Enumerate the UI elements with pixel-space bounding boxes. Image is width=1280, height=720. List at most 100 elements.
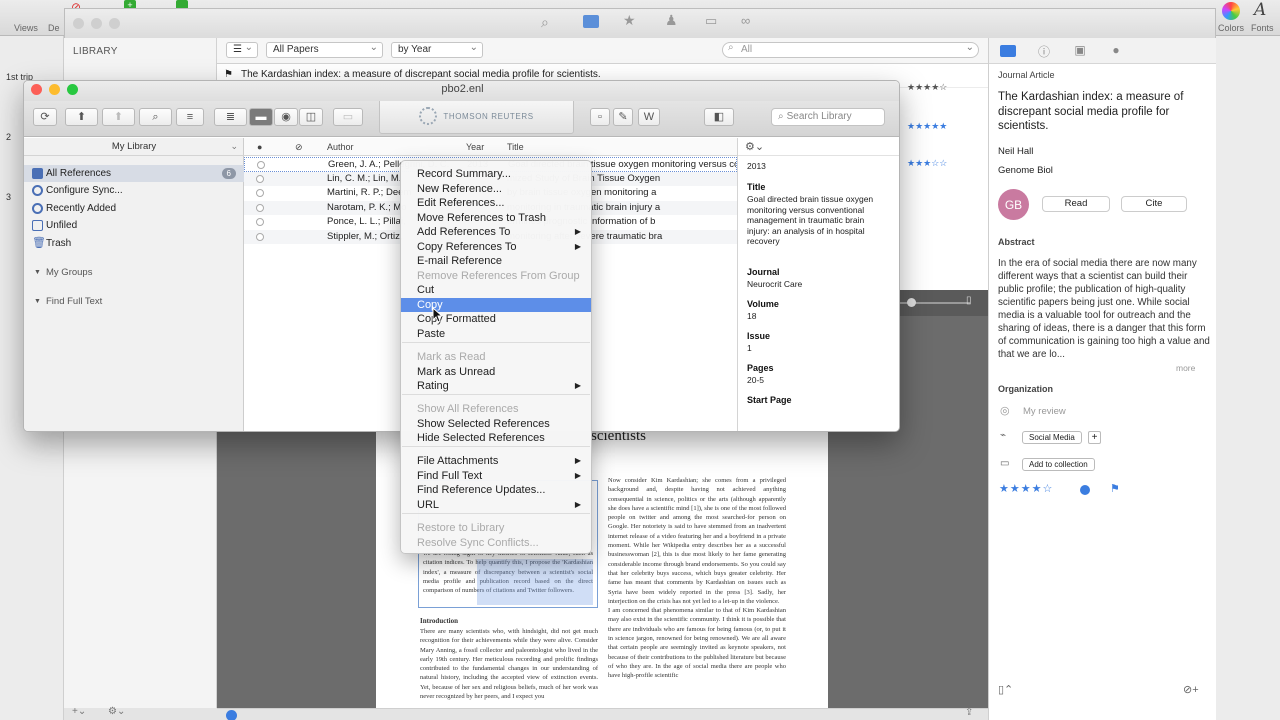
- book-icon[interactable]: ▭: [705, 13, 717, 29]
- menu-item-mark-as-read[interactable]: Mark as Read: [401, 350, 591, 365]
- insert-citation-icon[interactable]: ≡: [176, 108, 204, 126]
- share-icon[interactable]: ⇪: [965, 707, 973, 718]
- rating-stars[interactable]: ★★★★★: [907, 121, 947, 132]
- add-menu-icon[interactable]: +⌄: [72, 706, 86, 717]
- my-groups-header[interactable]: ▼ My Groups: [24, 264, 244, 281]
- more-link[interactable]: more: [1176, 363, 1195, 373]
- menu-item-new-reference[interactable]: New Reference...: [401, 182, 591, 197]
- menu-item-copy-formatted[interactable]: Copy Formatted: [401, 312, 591, 327]
- toolbar-label-views[interactable]: Views: [14, 23, 38, 33]
- menu-item-show-selected-references[interactable]: Show Selected References: [401, 417, 591, 432]
- toolbar-label-colors[interactable]: Colors: [1218, 23, 1244, 33]
- menu-item-restore-to-library[interactable]: Restore to Library: [401, 521, 591, 536]
- column-title[interactable]: Title: [507, 142, 524, 152]
- read-status-icon[interactable]: [256, 174, 264, 183]
- info-icon[interactable]: [226, 710, 237, 720]
- menu-item-paste[interactable]: Paste: [401, 327, 591, 342]
- menu-item-add-references-to[interactable]: Add References To ▶: [401, 225, 591, 240]
- column-author[interactable]: Author: [327, 142, 354, 152]
- menu-item-copy[interactable]: Copy: [401, 297, 591, 312]
- add-tag-button[interactable]: +: [1088, 431, 1101, 444]
- reference-title[interactable]: The Kardashian index: a measure of discr…: [998, 90, 1208, 134]
- library-icon[interactable]: [583, 15, 599, 28]
- fonts-icon[interactable]: A: [1254, 0, 1266, 20]
- integrated-library-icon[interactable]: ◫: [299, 108, 323, 126]
- read-status-icon[interactable]: [257, 161, 265, 169]
- read-button[interactable]: Read: [1042, 196, 1110, 212]
- menu-item-find-full-text[interactable]: Find Full Text ▶: [401, 469, 591, 484]
- online-library-icon[interactable]: ◉: [274, 108, 298, 126]
- flag-icon[interactable]: ⚑: [1110, 482, 1120, 495]
- sidebar-item-recently-added[interactable]: Recently Added: [24, 200, 244, 217]
- reference-author[interactable]: Neil Hall: [998, 146, 1033, 157]
- read-status-icon[interactable]: [256, 232, 264, 241]
- rating-stars[interactable]: ★★★★☆: [907, 82, 947, 93]
- rating-stars[interactable]: ★★★★☆: [999, 482, 1053, 495]
- tab-details-icon[interactable]: [1000, 45, 1016, 57]
- word-icon[interactable]: W: [638, 108, 660, 126]
- papers-search-input[interactable]: All: [722, 42, 979, 58]
- tab-info-icon[interactable]: ⓘ: [1036, 43, 1052, 59]
- layout-icon[interactable]: ▭: [333, 108, 363, 126]
- menu-item-url[interactable]: URL ▶: [401, 498, 591, 513]
- document-icon[interactable]: ▯: [966, 295, 972, 306]
- share-group-icon[interactable]: ⬆: [102, 108, 135, 126]
- online-search-icon[interactable]: ⬆: [65, 108, 98, 126]
- find-full-text-header[interactable]: ▼ Find Full Text: [24, 293, 244, 310]
- search-plus-icon[interactable]: ⌕: [541, 14, 549, 31]
- left-strip-item[interactable]: 3: [6, 192, 11, 202]
- sidebar-item-all-references[interactable]: All References 6: [24, 165, 244, 182]
- menu-item-find-reference-updates[interactable]: Find Reference Updates...: [401, 483, 591, 498]
- search-library-input[interactable]: ⌕ Search Library: [771, 108, 885, 126]
- tag-chip[interactable]: Social Media: [1022, 431, 1082, 444]
- format-bibliography-icon[interactable]: ✎: [613, 108, 633, 126]
- window-controls[interactable]: [73, 18, 127, 32]
- reference-journal[interactable]: Genome Biol: [998, 165, 1053, 176]
- review-field[interactable]: My review: [1023, 406, 1066, 417]
- insert-citation-word-icon[interactable]: ▫: [590, 108, 610, 126]
- toolbar-label-fonts[interactable]: Fonts: [1251, 23, 1274, 33]
- person-icon[interactable]: ♟: [665, 12, 678, 29]
- left-strip-item[interactable]: 2: [6, 132, 11, 142]
- attachment-column-icon[interactable]: ⊘: [295, 142, 303, 153]
- local-library-icon[interactable]: ▬: [249, 108, 273, 126]
- attach-icon[interactable]: ⊘+: [1183, 683, 1199, 696]
- sidebar-item-unfiled[interactable]: Unfiled: [24, 217, 244, 234]
- collection-select[interactable]: All Papers: [266, 42, 383, 58]
- menu-item-move-references-to-trash[interactable]: Move References to Trash: [401, 211, 591, 226]
- toolbar-label-de[interactable]: De: [48, 23, 60, 33]
- detail-volume[interactable]: 18: [747, 311, 877, 322]
- new-reference-icon[interactable]: ≣: [214, 108, 247, 126]
- library-selector[interactable]: My Library ⌄: [24, 138, 244, 156]
- glasses-icon[interactable]: ∞: [741, 13, 750, 28]
- menu-item-file-attachments[interactable]: File Attachments ▶: [401, 454, 591, 469]
- detail-year[interactable]: 2013: [747, 161, 877, 172]
- menu-item-hide-selected-references[interactable]: Hide Selected References: [401, 431, 591, 446]
- star-icon[interactable]: ★: [623, 12, 636, 29]
- menu-item-record-summary[interactable]: Record Summary...: [401, 167, 591, 182]
- menu-item-e-mail-reference[interactable]: E-mail Reference: [401, 254, 591, 269]
- find-icon[interactable]: ⌕: [139, 108, 172, 126]
- gear-icon[interactable]: ⚙⌄: [108, 706, 125, 717]
- window-controls[interactable]: [31, 84, 85, 99]
- view-menu-button[interactable]: ☰: [226, 42, 258, 58]
- tab-notes-icon[interactable]: ●: [1108, 43, 1124, 57]
- menu-item-rating[interactable]: Rating ▶: [401, 379, 591, 394]
- file-icon[interactable]: ▯⌃: [998, 683, 1013, 696]
- add-to-collection-button[interactable]: Add to collection: [1022, 458, 1095, 471]
- menu-item-remove-references-from-group[interactable]: Remove References From Group: [401, 269, 591, 284]
- menu-item-mark-as-unread[interactable]: Mark as Unread: [401, 365, 591, 380]
- menu-item-cut[interactable]: Cut: [401, 283, 591, 298]
- detail-issue[interactable]: 1: [747, 343, 877, 354]
- layout-toggle-icon[interactable]: ◧: [704, 108, 734, 126]
- read-status-icon[interactable]: [256, 189, 264, 197]
- menu-item-copy-references-to[interactable]: Copy References To ▶: [401, 240, 591, 255]
- detail-pages[interactable]: 20-5: [747, 375, 877, 386]
- zoom-slider-knob[interactable]: [907, 298, 916, 307]
- menu-item-edit-references[interactable]: Edit References...: [401, 196, 591, 211]
- gear-icon[interactable]: ⚙⌄: [745, 140, 764, 153]
- sort-select[interactable]: by Year: [391, 42, 483, 58]
- sidebar-item-configure-sync[interactable]: Configure Sync...: [24, 182, 244, 199]
- detail-title[interactable]: Goal directed brain tissue oxygen monito…: [747, 194, 877, 247]
- color-label-icon[interactable]: [1080, 485, 1090, 495]
